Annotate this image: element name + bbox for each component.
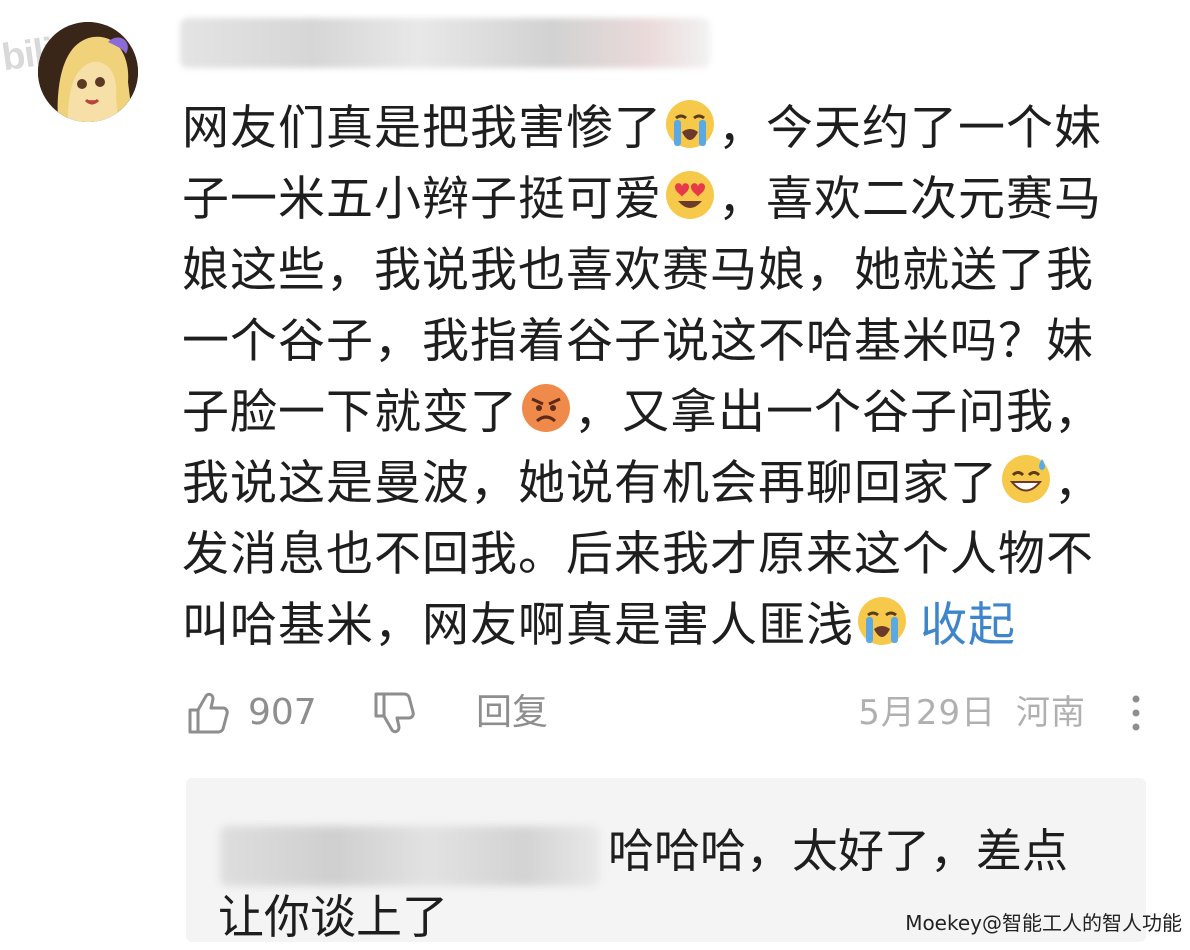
comment-text-segment: 娘这些，我说我也喜欢赛马娘，她就送了我 bbox=[182, 243, 1094, 298]
comment-text-segment: ，喜欢二次元赛马 bbox=[718, 172, 1102, 227]
reply-button[interactable]: 回复 bbox=[476, 690, 548, 736]
avatar[interactable] bbox=[38, 22, 138, 122]
thumbs-up-icon[interactable] bbox=[186, 690, 230, 736]
comment-text-segment: ，又拿出一个谷子问我， bbox=[574, 385, 1102, 440]
comment-text: 网友们真是把我害惨了 ，今天约了一个妹子一米五小辫子挺可爱 ，喜欢二次元赛马娘这些，… bbox=[182, 93, 1157, 661]
thumbs-down-icon[interactable] bbox=[372, 690, 416, 736]
comment-text-segment: 发消息也不回我。后来我才原来这个人物不 bbox=[182, 527, 1094, 582]
like-count: 907 bbox=[248, 692, 317, 733]
more-vertical-icon[interactable] bbox=[1126, 690, 1146, 736]
heart-eyes-face-emoji-icon bbox=[666, 171, 714, 219]
comment-text-segment: 子脸一下就变了 bbox=[182, 385, 518, 440]
comment-date: 5月29日 bbox=[858, 693, 997, 733]
comment-text-segment: 子一米五小辫子挺可爱 bbox=[182, 172, 662, 227]
comment-text-segment: 我说这是曼波，她说有机会再聊回家了 bbox=[182, 456, 998, 511]
angry-face-emoji-icon bbox=[522, 384, 570, 432]
loudly-crying-face-emoji-icon bbox=[858, 597, 906, 645]
comment-username-blurred[interactable] bbox=[180, 18, 710, 68]
comment-text-segment: ，今天约了一个妹 bbox=[718, 101, 1102, 156]
comment-meta: 5月29日 河南 bbox=[858, 690, 1086, 736]
comment-text-segment: ， bbox=[1054, 456, 1102, 511]
comment-action-bar: 907 回复 5月29日 河南 bbox=[186, 690, 1146, 740]
reply-text-line1: 哈哈哈，太好了，差点 bbox=[608, 824, 1068, 878]
comment-text-segment: 叫哈基米，网友啊真是害人匪浅 bbox=[182, 598, 854, 653]
collapse-link[interactable]: 收起 bbox=[920, 598, 1016, 653]
comment-location: 河南 bbox=[1016, 693, 1086, 733]
reply-text-line2: 让你谈上了 bbox=[218, 890, 448, 944]
grinning-sweat-face-emoji-icon bbox=[1002, 455, 1050, 503]
footer-watermark: Moekey@智能工人的智人功能 bbox=[905, 911, 1182, 935]
loudly-crying-face-emoji-icon bbox=[666, 100, 714, 148]
comment-text-segment: 一个谷子，我指着谷子说这不哈基米吗？妹 bbox=[182, 314, 1094, 369]
comment-text-segment: 网友们真是把我害惨了 bbox=[182, 101, 662, 156]
